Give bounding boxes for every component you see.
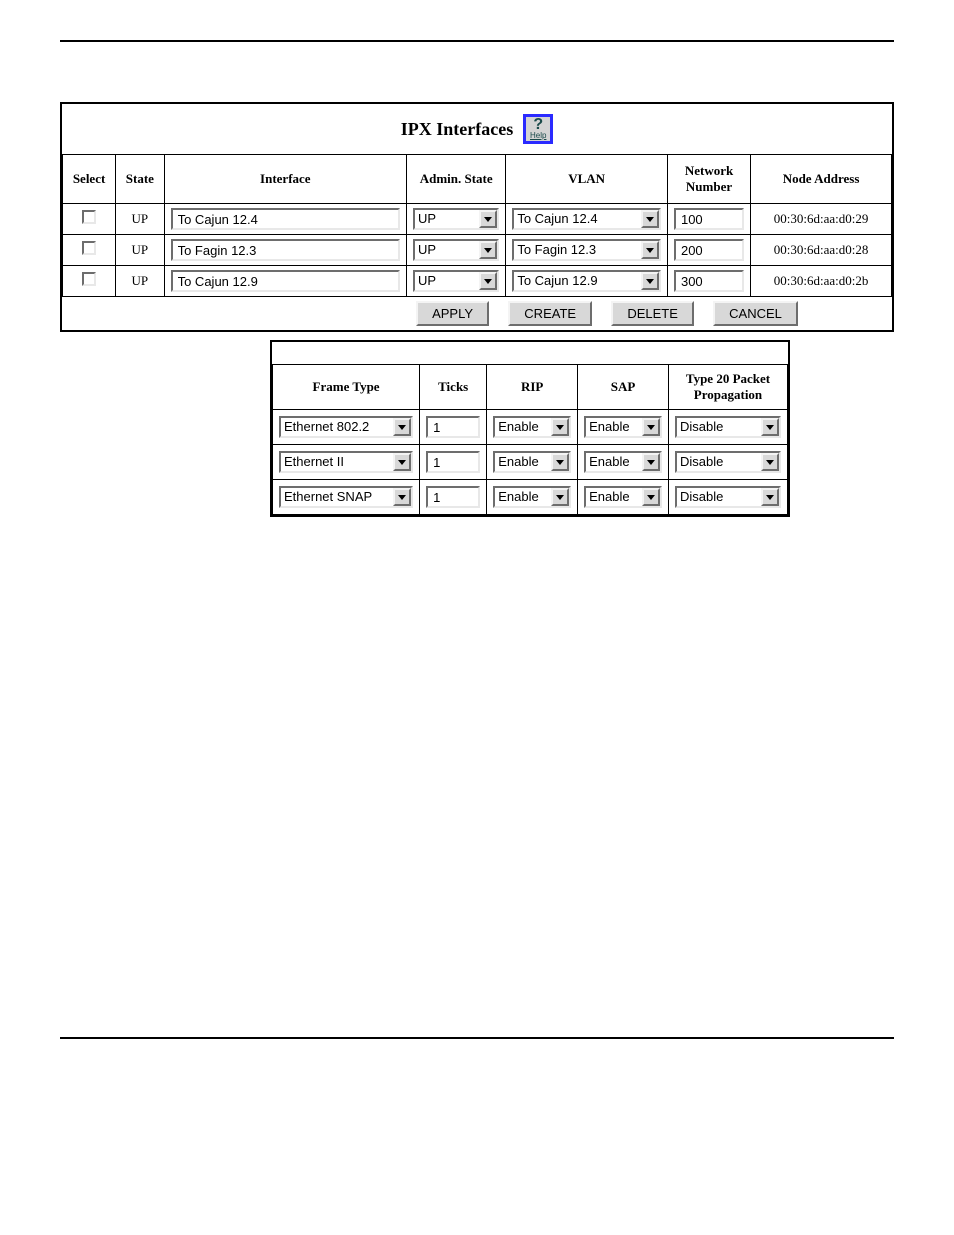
chevron-down-icon [642,418,660,436]
col-header-vlan: VLAN [506,155,668,204]
col-header-network-number: Network Number [667,155,750,204]
rip-select[interactable]: Enable [493,416,571,438]
node-address-cell: 00:30:6d:aa:d0:28 [751,235,892,266]
admin-state-select[interactable]: UP [413,239,499,261]
ticks-input[interactable] [426,486,480,508]
state-cell: UP [116,266,164,297]
frame-type-panel: Frame Type Ticks RIP SAP Type 20 Packet … [270,340,790,517]
chevron-down-icon [761,488,779,506]
page-bottom-rule [60,1037,894,1039]
panel-title: IPX Interfaces [401,119,513,140]
network-number-input[interactable] [674,239,744,261]
chevron-down-icon [642,488,660,506]
chevron-down-icon [551,418,569,436]
chevron-down-icon [393,453,411,471]
table-row: Ethernet II Enable Enable [273,445,788,480]
table-row: Ethernet 802.2 Enable Enable [273,410,788,445]
chevron-down-icon [641,241,659,259]
select-checkbox[interactable] [82,241,96,255]
type20-select[interactable]: Disable [675,486,781,508]
table-row: Ethernet SNAP Enable Enable [273,480,788,515]
rip-select[interactable]: Enable [493,451,571,473]
chevron-down-icon [761,453,779,471]
select-checkbox[interactable] [82,210,96,224]
col-header-admin-state: Admin. State [407,155,506,204]
admin-state-select[interactable]: UP [413,208,499,230]
state-cell: UP [116,235,164,266]
ipx-interfaces-panel: IPX Interfaces ? Help Select State Inter… [60,102,894,332]
apply-button[interactable]: APPLY [416,301,489,326]
col-header-interface: Interface [164,155,406,204]
sap-select[interactable]: Enable [584,451,662,473]
network-number-input[interactable] [674,270,744,292]
col-header-frame-type: Frame Type [273,365,420,410]
col-header-ticks: Ticks [420,365,487,410]
node-address-cell: 00:30:6d:aa:d0:29 [751,204,892,235]
chevron-down-icon [479,272,497,290]
node-address-cell: 00:30:6d:aa:d0:2b [751,266,892,297]
ticks-input[interactable] [426,451,480,473]
col-header-rip: RIP [487,365,578,410]
select-checkbox[interactable] [82,272,96,286]
chevron-down-icon [641,210,659,228]
chevron-down-icon [761,418,779,436]
frame-type-select[interactable]: Ethernet 802.2 [279,416,413,438]
type20-select[interactable]: Disable [675,416,781,438]
chevron-down-icon [642,453,660,471]
chevron-down-icon [393,488,411,506]
create-button[interactable]: CREATE [508,301,592,326]
table-row: UP UP To Fagin 12.3 00:30:6d:aa:d0:28 [63,235,892,266]
chevron-down-icon [393,418,411,436]
vlan-select[interactable]: To Cajun 12.4 [512,208,661,230]
page-top-rule [60,40,894,42]
state-cell: UP [116,204,164,235]
chevron-down-icon [479,210,497,228]
vlan-select[interactable]: To Fagin 12.3 [512,239,661,261]
chevron-down-icon [641,272,659,290]
interface-input[interactable] [171,208,400,230]
chevron-down-icon [551,453,569,471]
help-icon: ? [526,118,550,132]
help-button[interactable]: ? Help [523,114,553,144]
admin-state-select[interactable]: UP [413,270,499,292]
cancel-button[interactable]: CANCEL [713,301,798,326]
table-row: UP UP To Cajun 12.9 00:30:6d:aa:d0:2b [63,266,892,297]
network-number-input[interactable] [674,208,744,230]
col-header-sap: SAP [578,365,669,410]
chevron-down-icon [479,241,497,259]
table-row: UP UP To Cajun 12.4 00:30:6d:aa:d0:29 [63,204,892,235]
col-header-node-address: Node Address [751,155,892,204]
frame-type-table: Frame Type Ticks RIP SAP Type 20 Packet … [272,364,788,515]
col-header-state: State [116,155,164,204]
interfaces-table: Select State Interface Admin. State VLAN… [62,154,892,330]
rip-select[interactable]: Enable [493,486,571,508]
sap-select[interactable]: Enable [584,416,662,438]
frame-type-select[interactable]: Ethernet SNAP [279,486,413,508]
frame-type-select[interactable]: Ethernet II [279,451,413,473]
sap-select[interactable]: Enable [584,486,662,508]
type20-select[interactable]: Disable [675,451,781,473]
ticks-input[interactable] [426,416,480,438]
col-header-select: Select [63,155,116,204]
col-header-type20: Type 20 Packet Propagation [668,365,787,410]
delete-button[interactable]: DELETE [611,301,694,326]
interface-input[interactable] [171,239,400,261]
vlan-select[interactable]: To Cajun 12.9 [512,270,661,292]
chevron-down-icon [551,488,569,506]
interface-input[interactable] [171,270,400,292]
